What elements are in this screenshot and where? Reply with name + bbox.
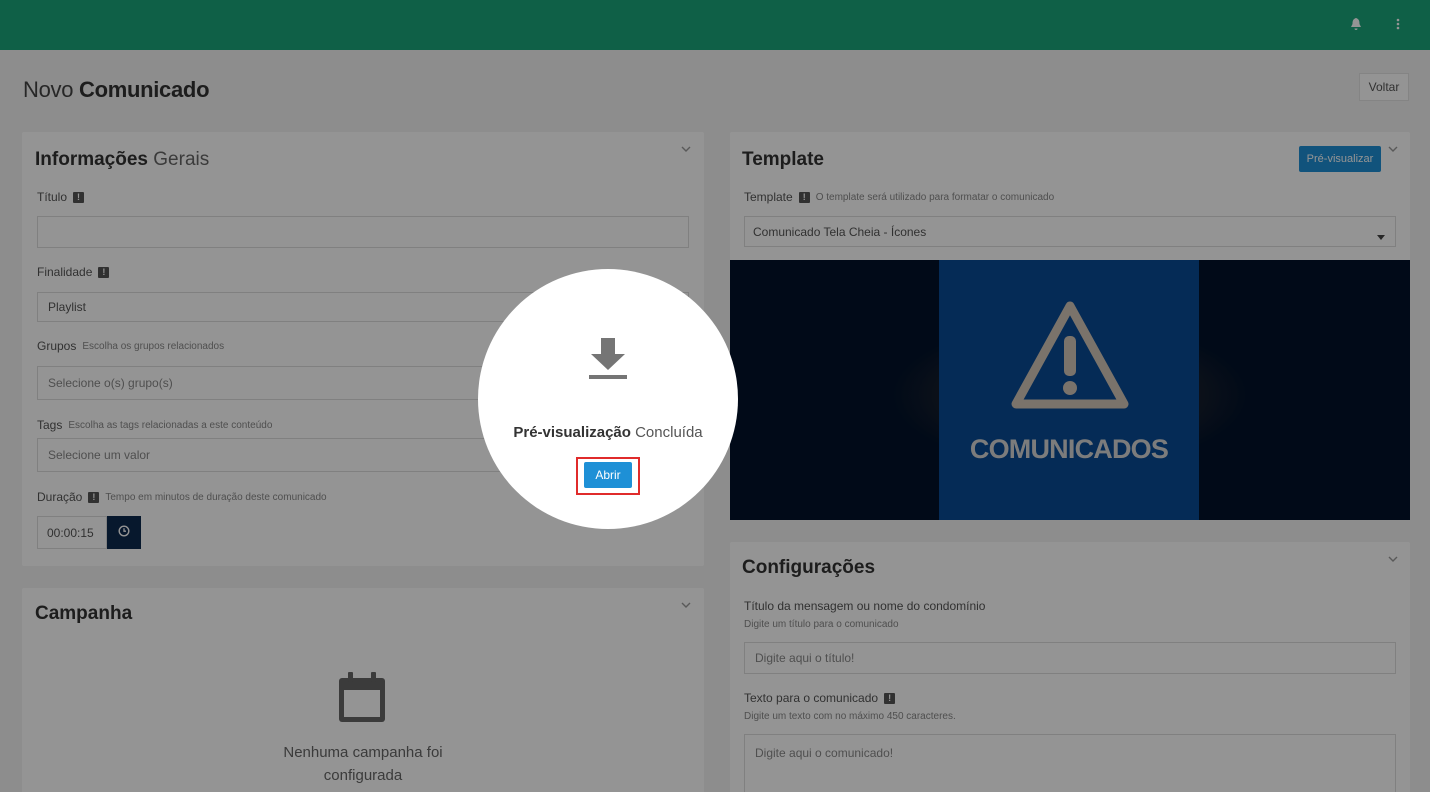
spotlight-title-light: Concluída [635,424,703,441]
spotlight-message: Pré-visualização Concluída [478,424,738,441]
spotlight-circle: Pré-visualização Concluída Abrir [478,269,738,529]
open-button[interactable]: Abrir [584,462,632,488]
spotlight-title-bold: Pré-visualização [513,424,631,441]
download-icon [589,338,627,389]
